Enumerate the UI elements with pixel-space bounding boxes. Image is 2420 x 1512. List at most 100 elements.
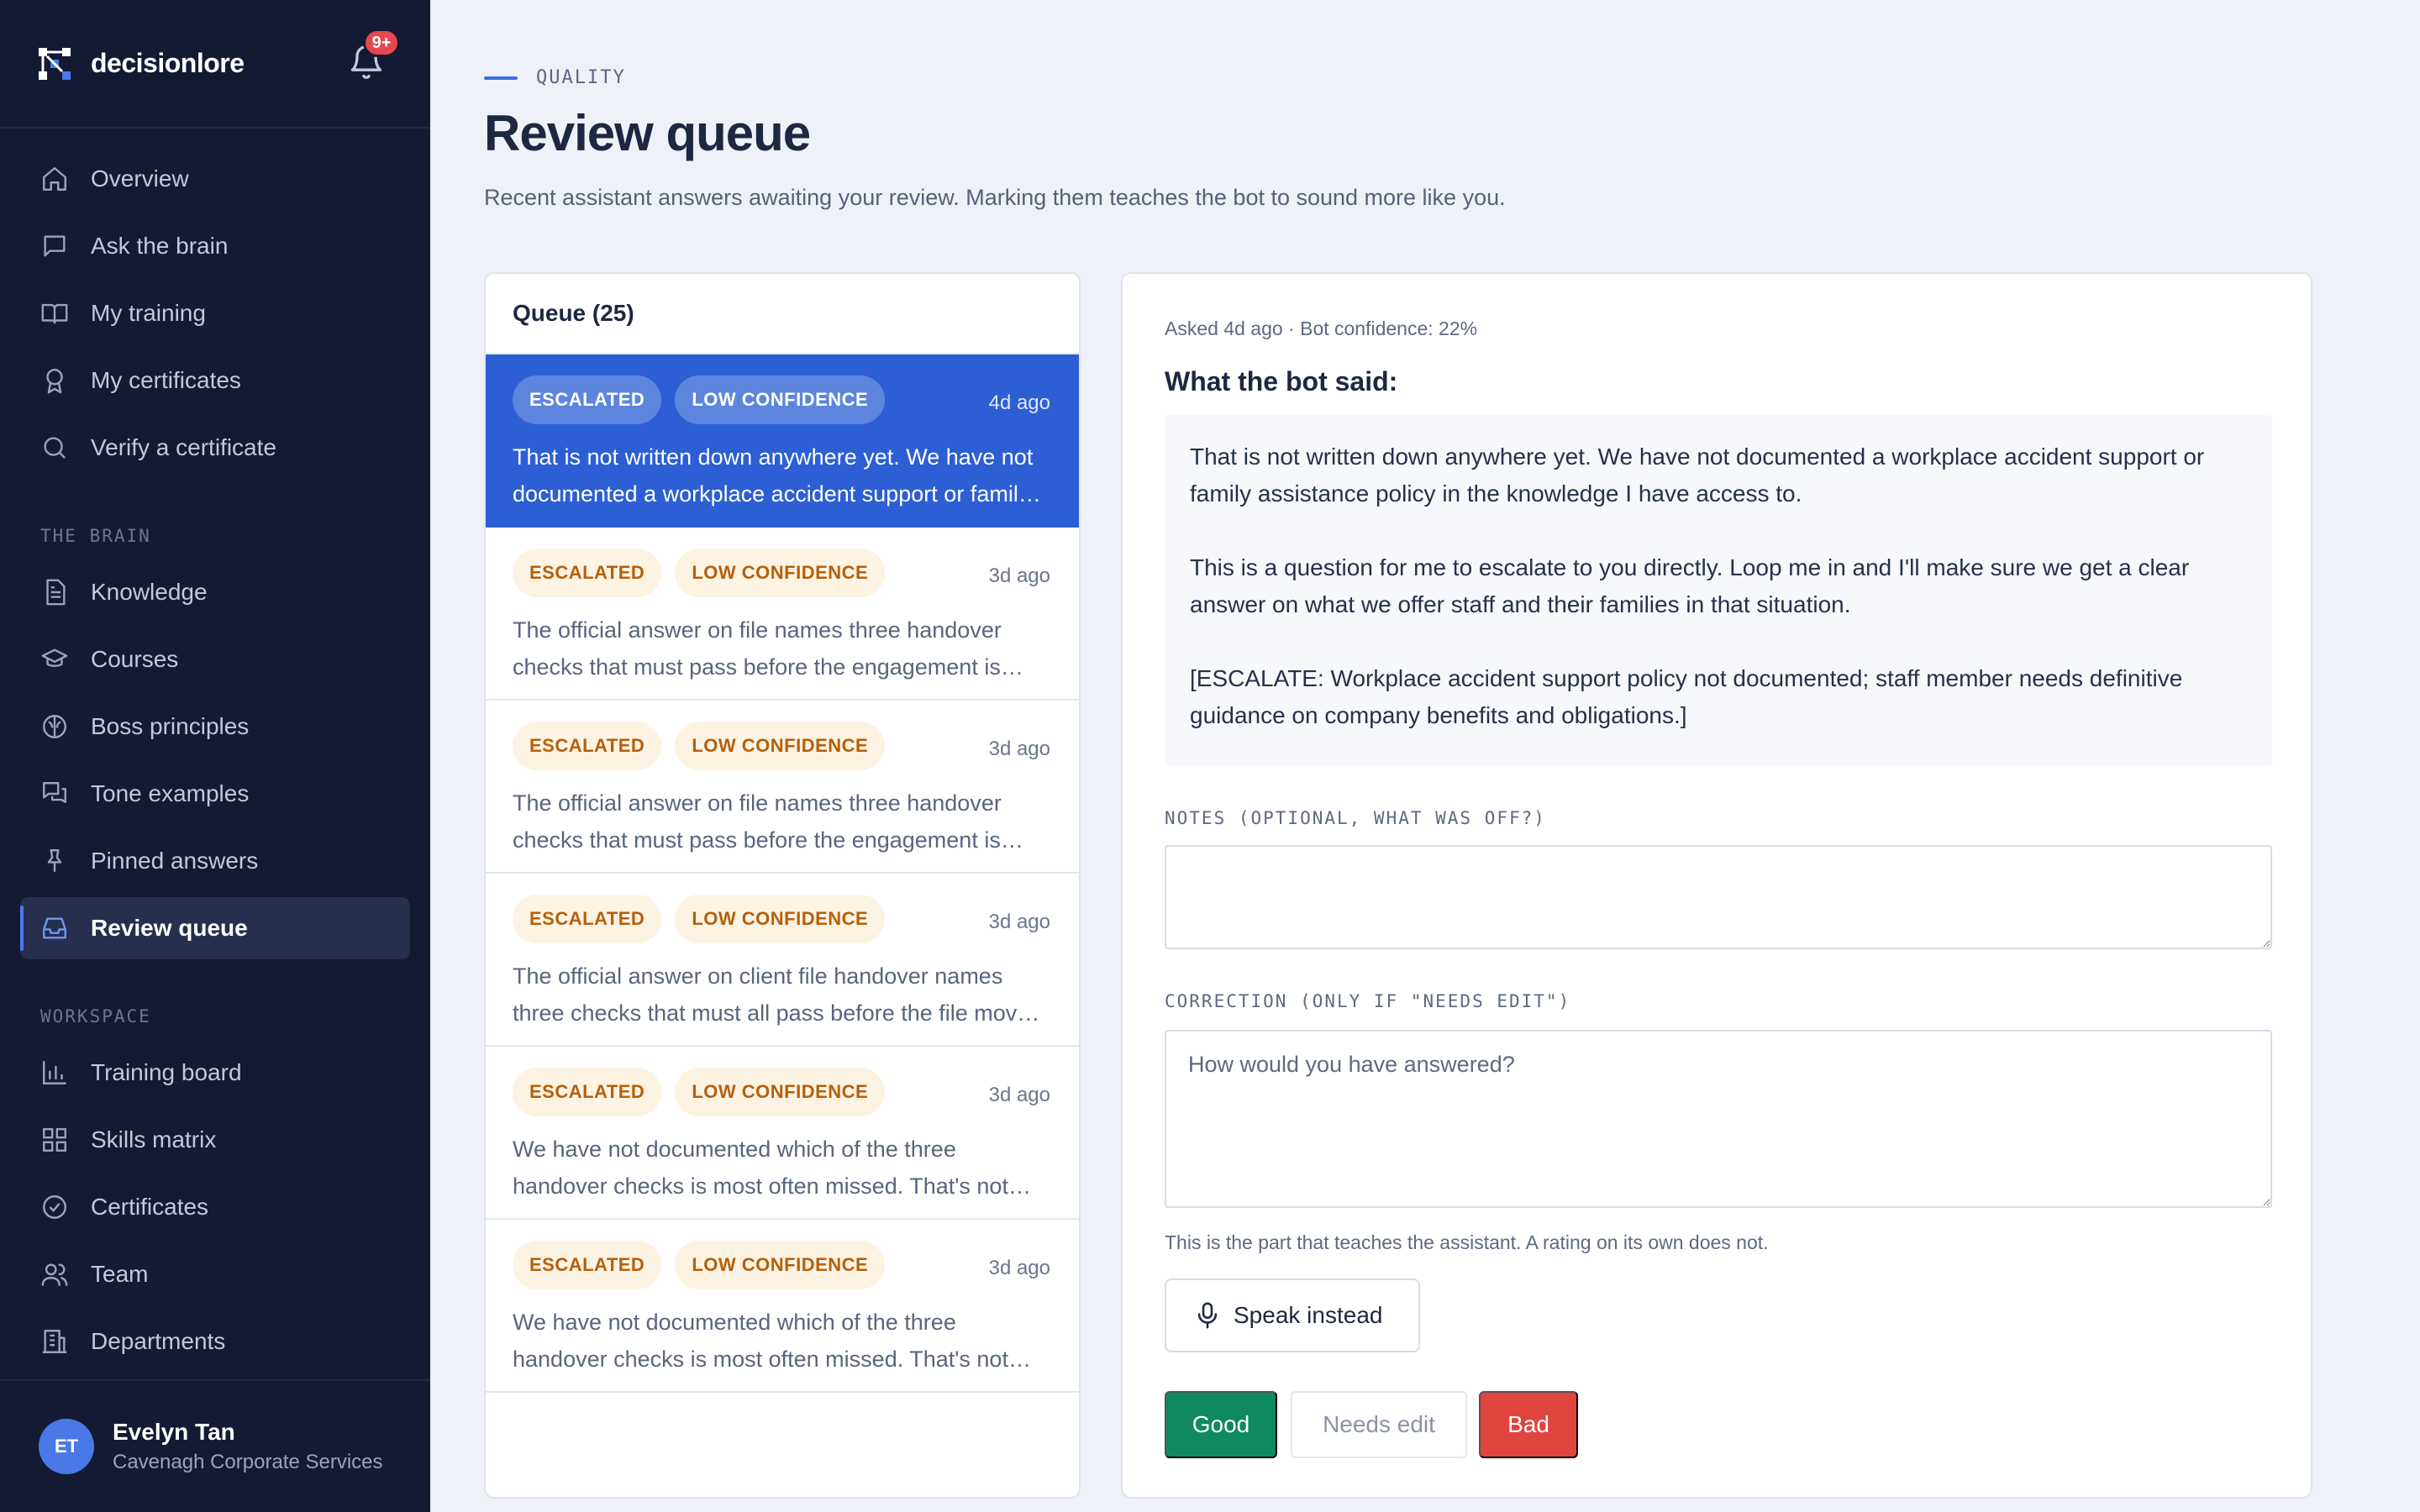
- sidebar-item-label: Courses: [91, 646, 179, 672]
- queue-title: Queue (25): [486, 274, 1079, 354]
- sidebar-item-label: Ask the brain: [91, 233, 229, 259]
- search-icon: [44, 437, 66, 459]
- sidebar-item-label: My training: [91, 300, 206, 326]
- queue-item-time: 3d ago: [988, 564, 1050, 587]
- avatar: ET: [39, 1419, 94, 1474]
- escalated-badge: ESCALATED: [513, 1068, 662, 1116]
- sidebar-item-label: Tone examples: [91, 780, 250, 806]
- correction-hint: This is the part that teaches the assist…: [1165, 1231, 1769, 1253]
- messages-icon: [43, 782, 66, 804]
- sidebar-item-review-queue[interactable]: Review queue: [20, 897, 410, 959]
- pin-icon: [47, 849, 62, 872]
- notes-field[interactable]: [1165, 845, 2272, 949]
- brain-icon: [43, 715, 66, 738]
- sidebar-item-label: Departments: [91, 1328, 226, 1354]
- sidebar-item-label: Overview: [91, 165, 189, 192]
- speak-instead-button[interactable]: Speak instead: [1165, 1278, 1420, 1352]
- speak-instead-label: Speak instead: [1234, 1302, 1383, 1328]
- sidebar-item-training-board[interactable]: Training board: [20, 1042, 410, 1104]
- sidebar-item-label: Boss principles: [91, 713, 250, 739]
- bot-answer: That is not written down anywhere yet. W…: [1165, 415, 2272, 766]
- queue-item[interactable]: ESCALATED LOW CONFIDENCE 3d ago The offi…: [486, 528, 1079, 701]
- queue-item-time: 3d ago: [988, 911, 1050, 933]
- sidebar-item-label: Team: [91, 1261, 149, 1287]
- notification-badge[interactable]: 9+: [363, 29, 400, 57]
- sidebar-nav: Overview Ask the brain My training My ce…: [20, 148, 410, 1378]
- sidebar-item-team[interactable]: Team: [20, 1243, 410, 1305]
- queue-item-excerpt: That is not written down anywhere yet. W…: [513, 444, 1034, 507]
- low-confidence-badge: LOW CONFIDENCE: [675, 895, 886, 943]
- sidebar-item-label: Knowledge: [91, 579, 208, 605]
- book-icon: [41, 303, 68, 324]
- section-heading-brain: THE BRAIN: [40, 526, 151, 546]
- page-title: Review queue: [484, 105, 811, 161]
- award-icon: [46, 369, 63, 394]
- bar-chart-icon: [43, 1061, 66, 1084]
- sidebar-item-tone-examples[interactable]: Tone examples: [20, 763, 410, 825]
- queue-item-time: 4d ago: [988, 391, 1050, 414]
- sidebar-item-label: My certificates: [91, 367, 241, 393]
- sidebar: decisionlore 9+ Overview Ask the brain M…: [0, 0, 430, 1512]
- escalated-badge: ESCALATED: [513, 722, 662, 770]
- inbox-icon: [43, 917, 66, 939]
- sidebar-item-ask-the-brain[interactable]: Ask the brain: [20, 215, 410, 277]
- queue-item-time: 3d ago: [988, 1084, 1050, 1106]
- sidebar-item-label: Verify a certificate: [91, 434, 276, 460]
- brand-name[interactable]: decisionlore: [91, 48, 245, 79]
- queue-item-time: 3d ago: [988, 738, 1050, 760]
- sidebar-item-label: Training board: [91, 1059, 242, 1085]
- correction-label: CORRECTION (ONLY IF "NEEDS EDIT"): [1165, 991, 1571, 1011]
- queue-item-excerpt: The official answer on client file hando…: [513, 963, 1041, 1026]
- escalated-badge: ESCALATED: [513, 1241, 662, 1289]
- queue-item[interactable]: ESCALATED LOW CONFIDENCE 3d ago We have …: [486, 1220, 1079, 1393]
- queue-item[interactable]: ESCALATED LOW CONFIDENCE 3d ago We have …: [486, 1047, 1079, 1220]
- low-confidence-badge: LOW CONFIDENCE: [675, 1241, 886, 1289]
- sidebar-item-my-certificates[interactable]: My certificates: [20, 349, 410, 412]
- review-detail-panel: Asked 4d ago · Bot confidence: 22% What …: [1121, 272, 2312, 1499]
- sidebar-item-skills-matrix[interactable]: Skills matrix: [20, 1109, 410, 1171]
- sidebar-item-departments[interactable]: Departments: [20, 1310, 410, 1373]
- sidebar-item-certificates[interactable]: Certificates: [20, 1176, 410, 1238]
- sidebar-item-my-training[interactable]: My training: [20, 282, 410, 344]
- sidebar-item-label: Review queue: [91, 915, 248, 941]
- low-confidence-badge: LOW CONFIDENCE: [675, 722, 886, 770]
- good-button[interactable]: Good: [1165, 1391, 1277, 1458]
- sidebar-item-boss-principles[interactable]: Boss principles: [20, 696, 410, 758]
- low-confidence-badge: LOW CONFIDENCE: [675, 375, 886, 424]
- queue-item[interactable]: ESCALATED LOW CONFIDENCE 3d ago The offi…: [486, 701, 1079, 874]
- grid-icon: [43, 1128, 66, 1152]
- low-confidence-badge: LOW CONFIDENCE: [675, 549, 886, 597]
- brand-bar: decisionlore 9+: [0, 0, 430, 129]
- queue-item-excerpt: We have not documented which of the thre…: [513, 1310, 1008, 1372]
- queue-item-excerpt: The official answer on file names three …: [513, 617, 1002, 680]
- needs-edit-button[interactable]: Needs edit: [1291, 1391, 1467, 1458]
- bot-answer-paragraph: [ESCALATE: Workplace accident support po…: [1190, 665, 2183, 728]
- sidebar-item-knowledge[interactable]: Knowledge: [20, 561, 410, 623]
- user-profile[interactable]: ET Evelyn Tan Cavenagh Corporate Service…: [0, 1379, 430, 1512]
- sidebar-item-pinned-answers[interactable]: Pinned answers: [20, 830, 410, 892]
- user-organization: Cavenagh Corporate Services: [113, 1451, 383, 1473]
- sidebar-item-courses[interactable]: Courses: [20, 628, 410, 690]
- user-name: Evelyn Tan: [113, 1419, 235, 1445]
- bot-answer-paragraph: This is a question for me to escalate to…: [1190, 554, 2190, 617]
- escalated-badge: ESCALATED: [513, 549, 662, 597]
- queue-panel: Queue (25) ESCALATED LOW CONFIDENCE 4d a…: [484, 272, 1081, 1499]
- sidebar-item-verify-certificate[interactable]: Verify a certificate: [20, 417, 410, 479]
- notes-label: NOTES (OPTIONAL, WHAT WAS OFF?): [1165, 808, 1546, 828]
- queue-item-time: 3d ago: [988, 1257, 1050, 1279]
- sidebar-item-label: Pinned answers: [91, 848, 259, 874]
- section-heading-workspace: WORKSPACE: [40, 1006, 151, 1026]
- sidebar-item-label: Skills matrix: [91, 1126, 217, 1152]
- bad-button[interactable]: Bad: [1479, 1391, 1578, 1458]
- microphone-icon: [1197, 1302, 1218, 1329]
- correction-field[interactable]: [1165, 1030, 2272, 1208]
- sidebar-item-overview[interactable]: Overview: [20, 148, 410, 210]
- logo-icon: [39, 47, 71, 80]
- bot-answer-paragraph: That is not written down anywhere yet. W…: [1190, 444, 2205, 507]
- building-icon: [42, 1330, 67, 1353]
- queue-item[interactable]: ESCALATED LOW CONFIDENCE 3d ago The offi…: [486, 874, 1079, 1047]
- escalated-badge: ESCALATED: [513, 895, 662, 943]
- queue-item[interactable]: ESCALATED LOW CONFIDENCE 4d ago That is …: [486, 354, 1079, 528]
- chat-icon: [44, 235, 66, 257]
- page-eyebrow: QUALITY: [484, 67, 626, 88]
